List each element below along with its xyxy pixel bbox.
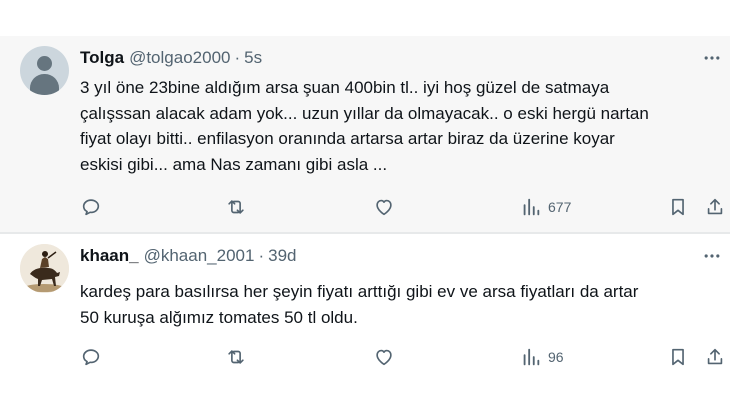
display-name[interactable]: Tolga — [80, 48, 124, 68]
bookmark-icon — [672, 348, 684, 366]
views-count: 96 — [548, 349, 564, 365]
retweet-icon — [228, 200, 244, 214]
tweet-text-line: çalışssan alacak adam yok... uzun yıllar… — [80, 103, 649, 123]
bookmark-button[interactable] — [667, 345, 689, 369]
tweet-actions: 96 — [80, 345, 730, 369]
avatar-default-body — [30, 74, 59, 95]
views-count: 677 — [548, 199, 572, 215]
bookmark-icon — [672, 198, 684, 216]
heart-icon — [376, 349, 392, 366]
tweet-actions: 677 — [80, 195, 730, 219]
retweet-button[interactable] — [225, 195, 247, 219]
share-button[interactable] — [704, 345, 726, 369]
tweet-text-line: 3 yıl öne 23bine aldığım arsa şuan 400bi… — [80, 78, 610, 97]
reply-icon — [82, 349, 100, 366]
more-icon[interactable] — [702, 246, 722, 266]
reply-button[interactable] — [80, 345, 102, 369]
reply-button[interactable] — [80, 195, 102, 219]
tweet[interactable]: Tolga @tolgao2000 · 5s 3 yıl öne 23bine … — [0, 36, 730, 232]
views-icon — [523, 348, 540, 366]
tweet-text-line: eskisi gibi... ama Nas zamanı gibi asla … — [80, 154, 388, 174]
timestamp[interactable]: 39d — [268, 246, 296, 266]
tweet-header: Tolga @tolgao2000 · 5s — [80, 48, 262, 70]
share-button[interactable] — [704, 195, 726, 219]
user-handle[interactable]: @tolgao2000 — [129, 48, 230, 68]
tweet-text: 3 yıl öne 23bine aldığım arsa şuan 400bi… — [80, 75, 720, 177]
separator-dot: · — [258, 246, 265, 265]
views-button[interactable]: 96 — [520, 345, 564, 369]
retweet-button[interactable] — [225, 345, 247, 369]
views-button[interactable]: 677 — [520, 195, 571, 219]
retweet-icon — [228, 350, 244, 364]
tweet[interactable]: khaan_ @khaan_2001 · 39d kardeş para bas… — [0, 234, 730, 420]
avatar[interactable] — [20, 46, 69, 95]
tweet-text-line: 50 kuruşa alğımız tomates 50 tl oldu. — [80, 307, 358, 327]
more-icon[interactable] — [702, 48, 722, 68]
tweet-text-line: kardeş para basılırsa her şeyin fiyatı a… — [80, 282, 639, 301]
timestamp[interactable]: 5s — [244, 48, 262, 68]
like-button[interactable] — [373, 345, 395, 369]
views-icon — [523, 198, 540, 216]
avatar[interactable] — [20, 244, 69, 293]
bookmark-button[interactable] — [667, 195, 689, 219]
tweet-feed: Tolga @tolgao2000 · 5s 3 yıl öne 23bine … — [0, 0, 730, 420]
separator-dot: · — [234, 48, 241, 67]
tweet-header: khaan_ @khaan_2001 · 39d — [80, 246, 297, 268]
like-button[interactable] — [373, 195, 395, 219]
share-icon — [707, 198, 723, 215]
user-handle[interactable]: @khaan_2001 — [144, 246, 255, 266]
avatar-default-head — [37, 56, 52, 71]
display-name[interactable]: khaan_ — [80, 246, 139, 266]
horse-rider-avatar-image — [20, 244, 69, 293]
tweet-text-line: fiyat olayı bitti.. enfilasyon oranında … — [80, 129, 615, 148]
tweet-text: kardeş para basılırsa her şeyin fiyatı a… — [80, 279, 720, 330]
reply-icon — [82, 199, 100, 216]
heart-icon — [376, 199, 392, 216]
share-icon — [707, 348, 723, 365]
